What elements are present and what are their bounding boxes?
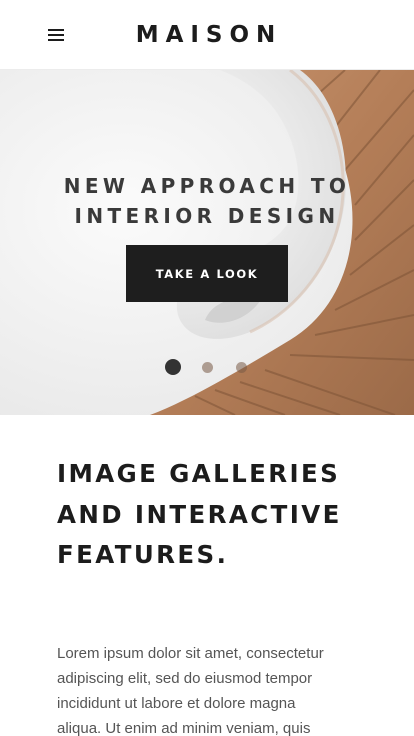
slide-dot[interactable]: [202, 362, 213, 373]
section-title-line: FEATURES.: [57, 540, 229, 569]
section-body-text: Lorem ipsum dolor sit amet, consectetur …: [57, 641, 357, 736]
slide-dot[interactable]: [236, 362, 247, 373]
section-title-line: AND INTERACTIVE: [57, 499, 342, 529]
slider-pagination: [164, 359, 254, 377]
site-header: MAISON: [0, 0, 414, 70]
hero-slider: NEW APPROACH TO INTERIOR DESIGN TAKE A L…: [0, 70, 414, 415]
section-title-line: IMAGE GALLERIES: [57, 459, 341, 488]
body-line: Lorem ipsum dolor sit amet, consectetur: [57, 645, 324, 662]
brand-logo[interactable]: MAISON: [0, 20, 414, 50]
hero-headline: NEW APPROACH TO INTERIOR DESIGN: [0, 171, 414, 231]
body-line: aliqua. Ut enim ad minim veniam, quis: [57, 720, 311, 736]
hero-headline-line: INTERIOR DESIGN: [74, 204, 340, 228]
body-line: incididunt ut labore et dolore magna: [57, 695, 296, 712]
section-title: IMAGE GALLERIES AND INTERACTIVE FEATURES…: [57, 454, 387, 576]
hero-headline-line: NEW APPROACH TO: [63, 174, 351, 198]
slide-dot-active[interactable]: [165, 359, 181, 375]
body-line: adipiscing elit, sed do eiusmod tempor: [57, 670, 313, 687]
take-a-look-button[interactable]: TAKE A LOOK: [126, 245, 288, 302]
